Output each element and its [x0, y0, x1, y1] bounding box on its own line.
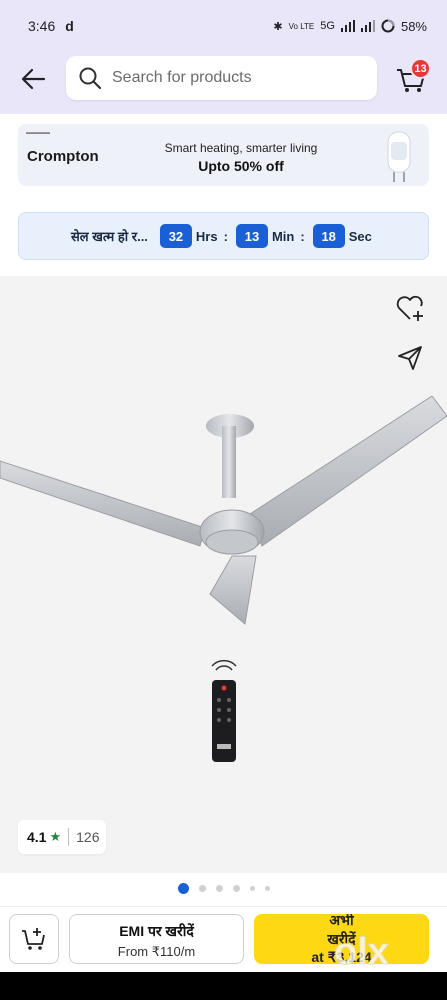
- search-input[interactable]: [112, 69, 332, 87]
- emi-buy-button[interactable]: EMI पर खरीदें From ₹110/m: [69, 914, 244, 964]
- sale-timer-banner: सेल खत्म हो र... 32 Hrs : 13 Min : 18 Se…: [18, 212, 429, 260]
- bluetooth-icon: ✱: [273, 20, 283, 33]
- cart-count-badge: 13: [410, 58, 431, 79]
- status-bar: 3:46 d ✱ Vo LTE 5G 58%: [0, 0, 447, 52]
- rating-value: 4.1: [27, 829, 47, 845]
- carousel-indicator[interactable]: [0, 880, 447, 896]
- timer-hours: 32: [159, 224, 192, 248]
- system-nav-bar: [0, 972, 447, 1000]
- carousel-dot[interactable]: [249, 885, 255, 891]
- rating-count: 126: [76, 829, 100, 845]
- ad-banner[interactable]: ▬▬▬▬ Crompton Smart heating, smarter liv…: [18, 124, 429, 186]
- timer-seconds-label: Sec: [348, 228, 372, 244]
- add-to-cart-button[interactable]: [9, 914, 59, 964]
- timer-hours-label: Hrs: [195, 228, 218, 244]
- carousel-dot[interactable]: [215, 884, 223, 892]
- share-icon[interactable]: [396, 344, 424, 372]
- ad-tagline: Smart heating, smarter living: [164, 141, 318, 155]
- timer-separator: :: [223, 228, 228, 244]
- timer-seconds: 18: [312, 224, 345, 248]
- product-gallery[interactable]: 4.1 ★ 126: [0, 276, 447, 873]
- ceiling-fan-image: [0, 396, 447, 762]
- carousel-dot[interactable]: [232, 884, 240, 892]
- wishlist-heart-icon[interactable]: [394, 292, 426, 324]
- status-icons: ✱ Vo LTE 5G 58%: [273, 19, 427, 34]
- back-arrow-icon[interactable]: [18, 64, 48, 94]
- star-icon: ★: [49, 829, 62, 844]
- svg-text:olx: olx: [334, 931, 389, 972]
- timer-separator: :: [300, 228, 305, 244]
- divider: [68, 828, 70, 846]
- signal-icon: [340, 20, 355, 32]
- search-icon: [79, 67, 102, 90]
- emi-subtitle: From ₹110/m: [117, 944, 196, 959]
- search-bar[interactable]: [66, 56, 377, 100]
- carousel-dot[interactable]: [264, 885, 270, 891]
- olx-watermark-logo: olx: [334, 931, 390, 972]
- carrier-icon: d: [65, 18, 74, 34]
- sponsored-mark: ▬▬▬▬: [26, 130, 50, 136]
- timer-minutes-label: Min: [271, 228, 295, 244]
- status-time: 3:46: [28, 18, 56, 34]
- ad-brand-name: Crompton: [27, 148, 99, 165]
- sale-text: सेल खत्म हो र...: [71, 229, 148, 244]
- battery-level: 58%: [400, 18, 427, 34]
- emi-title: EMI पर खरीदें: [119, 923, 194, 939]
- water-heater-image: [387, 131, 411, 182]
- rating-badge[interactable]: 4.1 ★ 126: [18, 820, 106, 854]
- carousel-dot-active[interactable]: [177, 882, 189, 894]
- volte-icon: Vo LTE: [288, 21, 315, 31]
- carousel-dot[interactable]: [198, 884, 206, 892]
- battery-icon: [381, 19, 395, 33]
- ad-offer: Upto 50% off: [198, 158, 284, 174]
- app-header: 13: [0, 52, 447, 114]
- signal-icon-2: [360, 20, 375, 32]
- add-to-cart-icon: [22, 928, 45, 950]
- timer-minutes: 13: [235, 224, 268, 248]
- network-type: 5G: [320, 20, 335, 32]
